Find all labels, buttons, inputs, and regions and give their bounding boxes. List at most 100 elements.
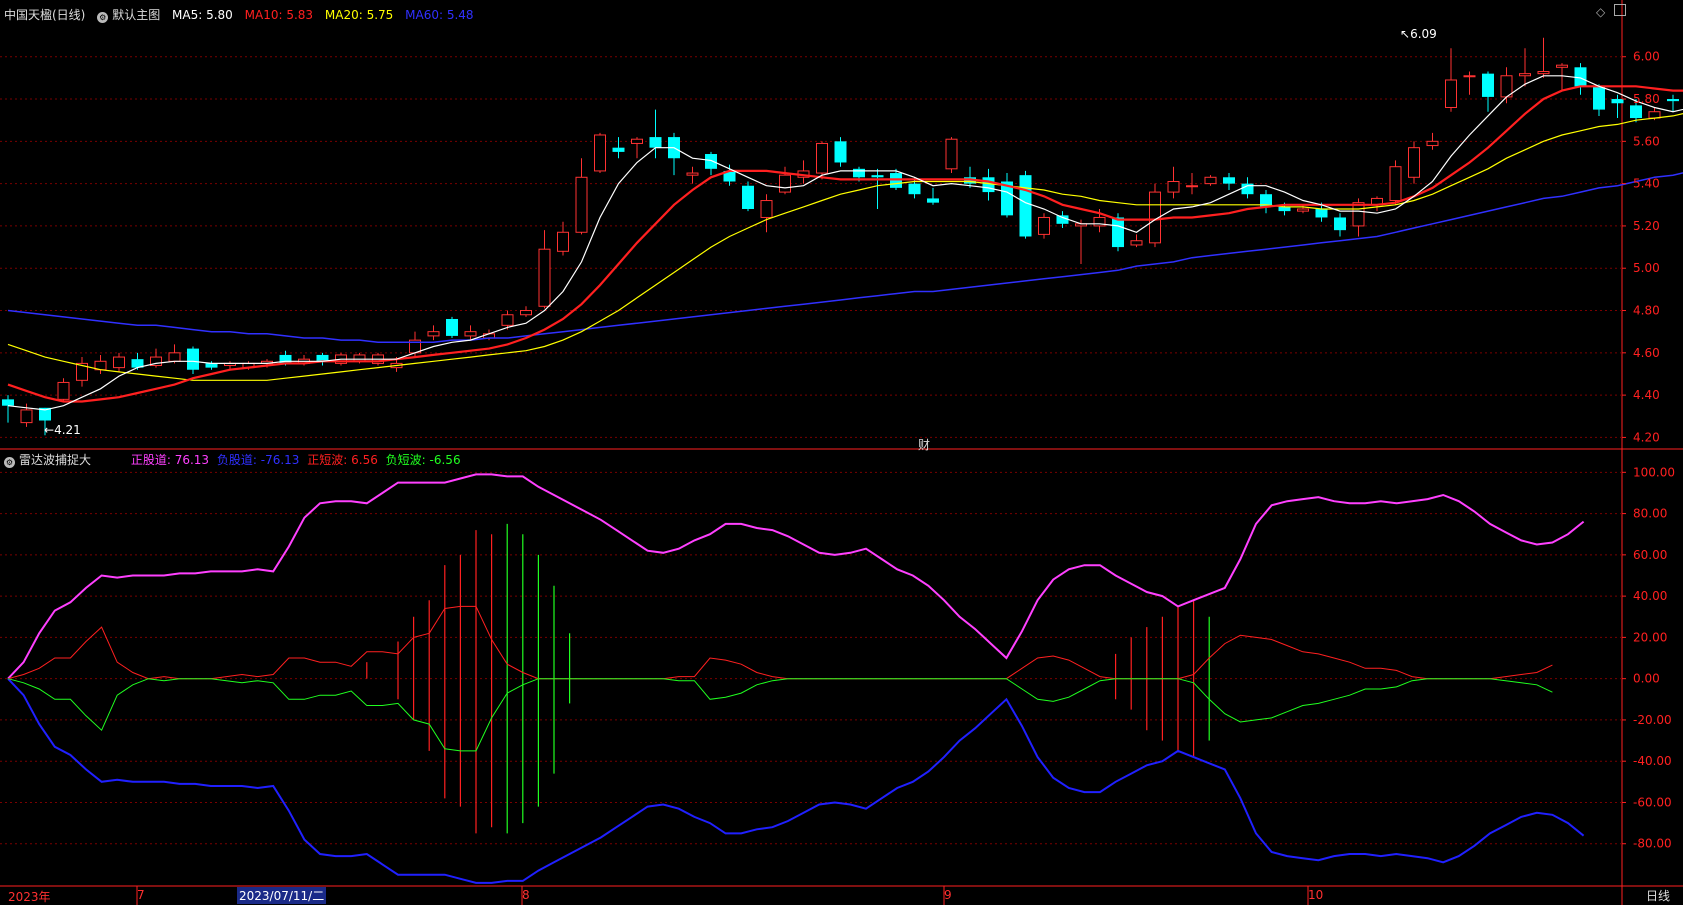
candle-down	[612, 147, 625, 152]
candle-up	[779, 174, 791, 193]
candle-down	[742, 185, 754, 210]
candle-down	[2, 399, 14, 406]
candle-up	[1186, 185, 1198, 188]
candle-down	[1667, 99, 1679, 102]
neg-short-label: 负短波: -6.56	[385, 453, 461, 467]
gear-icon[interactable]: ⚙	[97, 12, 109, 23]
candle-up	[1204, 176, 1217, 185]
high-annotation: ↖6.09	[1400, 27, 1437, 41]
candle-up	[631, 138, 643, 144]
candle-up	[501, 314, 514, 326]
candle-up	[427, 331, 440, 337]
candle-up	[1445, 79, 1457, 108]
stock-title[interactable]: 中国天楹(日线)	[4, 8, 85, 22]
candle-down	[1112, 217, 1124, 248]
restore-icon[interactable]	[1614, 4, 1626, 19]
pos-short-line	[7, 605, 1553, 680]
candle-up	[57, 381, 70, 400]
candle-down	[705, 154, 717, 169]
date-axis-label-aug: 8	[522, 888, 530, 902]
candle-down	[1315, 209, 1328, 218]
candle-down	[1574, 67, 1587, 87]
indicator-tick-label: 0.00	[1633, 672, 1660, 686]
candle-down	[1278, 206, 1291, 212]
candle-up	[520, 310, 532, 316]
indicator-name[interactable]: 雷达波捕捉大	[19, 453, 91, 467]
indicator-gear-icon[interactable]: ⚙	[4, 457, 15, 468]
candle-up	[1408, 147, 1420, 178]
period-button[interactable]: 日线	[1646, 887, 1670, 904]
candle-down	[982, 177, 995, 193]
ma5-label: MA5: 5.80	[172, 8, 233, 22]
cursor-date: 2023/07/11/二	[237, 887, 327, 904]
price-chart-header: 中国天楹(日线) ⚙ 默认主图 MA5: 5.80 MA10: 5.83 MA20…	[4, 6, 474, 23]
candle-up	[1352, 202, 1365, 227]
indicator-tick-label: 100.00	[1633, 465, 1675, 479]
neg-trend-line	[7, 678, 1585, 884]
neg-trend-label: 负股道: -76.13	[216, 453, 300, 467]
candle-up	[113, 356, 125, 369]
price-tick-label: 4.20	[1633, 430, 1660, 444]
candle-up	[1556, 64, 1568, 68]
date-axis-label-oct: 10	[1308, 888, 1324, 902]
candle-up	[538, 248, 551, 307]
candle-up	[1389, 166, 1402, 202]
candle-down	[1019, 175, 1032, 237]
neg-short-line	[7, 678, 1553, 752]
indicator-tick-label: -40.00	[1633, 754, 1672, 768]
candlestick-layer	[2, 37, 1683, 436]
pos-trend-line	[7, 473, 1585, 680]
price-tick-label: 5.60	[1633, 134, 1660, 148]
fin-marker[interactable]: 财	[918, 436, 930, 453]
candle-up	[464, 331, 477, 337]
candle-down	[1630, 105, 1642, 119]
indicator-layer	[7, 473, 1585, 884]
candle-down	[1334, 217, 1346, 231]
indicator-tick-label: 40.00	[1633, 589, 1667, 603]
candle-down	[908, 183, 921, 195]
candle-down	[1482, 73, 1494, 97]
candle-up	[557, 231, 569, 252]
candle-up	[1038, 216, 1050, 235]
candle-up	[168, 352, 181, 362]
price-tick-label: 5.40	[1633, 177, 1660, 191]
candle-down	[1223, 177, 1235, 184]
indicator-tick-label: 20.00	[1633, 630, 1667, 644]
price-tick-label: 4.40	[1633, 388, 1660, 402]
candle-down	[205, 363, 218, 368]
price-tick-label: 6.00	[1633, 50, 1660, 64]
price-tick-label: 5.20	[1633, 219, 1660, 233]
candle-up	[1519, 73, 1531, 77]
candle-up	[1426, 140, 1439, 147]
ma5-line	[7, 75, 1683, 411]
ma10-label: MA10: 5.83	[244, 8, 314, 22]
axis-layer: 4.20 4.40 4.60 4.80 5.00 5.20 5.40 5.60 5.80 6.00…	[136, 50, 1675, 905]
price-tick-label: 5.80	[1633, 92, 1660, 106]
candle-up	[575, 176, 588, 233]
ma20-label: MA20: 5.75	[324, 8, 394, 22]
candle-down	[834, 141, 847, 163]
candle-up	[760, 200, 773, 218]
candle-up	[945, 138, 958, 170]
candle-down	[649, 137, 662, 148]
indicator-tick-label: -60.00	[1633, 795, 1672, 809]
candle-up	[1167, 181, 1180, 193]
candle-up	[1463, 75, 1476, 78]
main-chart-label[interactable]: 默认主图	[112, 8, 160, 22]
candle-down	[853, 168, 865, 178]
date-axis-label-year: 2023年	[8, 890, 51, 904]
candle-up	[816, 142, 828, 174]
pos-trend-label: 正股道: 76.13	[130, 453, 210, 467]
price-tick-label: 4.80	[1633, 304, 1660, 318]
indicator-tick-label: 60.00	[1633, 548, 1667, 562]
candle-down	[1593, 86, 1605, 110]
low-annotation: ←4.21	[44, 423, 81, 437]
indicator-header: ⚙ 雷达波捕捉大 正股道: 76.13 负股道: -76.13 正短波: 6.56…	[4, 451, 461, 468]
diamond-icon[interactable]: ◇	[1596, 5, 1605, 19]
indicator-tick-label: -80.00	[1633, 837, 1672, 851]
candle-down	[927, 198, 939, 203]
price-tick-label: 5.00	[1633, 261, 1660, 275]
candle-down	[187, 348, 199, 370]
candle-up	[594, 134, 606, 172]
date-axis-label-sep: 9	[944, 888, 952, 902]
